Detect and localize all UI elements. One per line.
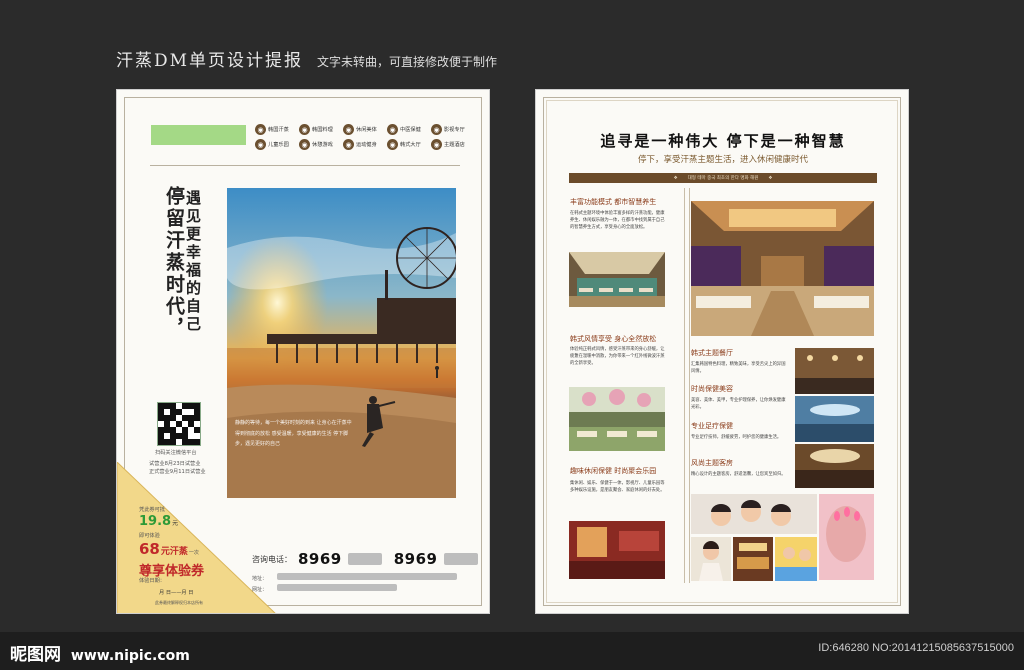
contact-label: 咨询电话： [252,554,292,564]
feature-label: 韩式大厅 [400,142,421,148]
section-3-body: 汇集韩国特色料理，精致美味，享受舌尖上的异国风情。 [691,362,786,374]
feature-label: 主题酒店 [444,142,465,148]
spa-icon: ◉ [343,139,354,150]
coupon-price1: 19.8 [139,514,172,529]
coupon-unit2: 元汗蒸 [160,547,188,557]
photo-overlay-text: 静静的等待，每一个美好时刻的到来 让身心在汗蒸中得到彻底的放松 感受温暖，享受健… [235,420,352,447]
logo-text: 昵图网 [10,645,61,665]
spa-icon: ◉ [255,139,266,150]
woman-photo [691,537,731,581]
feature-label: 韩国汗蒸 [268,127,289,133]
feature-label: 影视专厅 [444,127,465,133]
spa-icon: ◉ [431,124,442,135]
section-2-body: 体验纯正韩式风情，感受汗蒸带来的身心舒缓，让疲惫在温暖中消散，为你带来一个红外线… [570,347,665,366]
section-6-body: 精心设计的主题客房，舒适温馨，让您宾至如归。 [691,472,786,477]
section-7-title: 趣味休闲保健 时尚聚会乐园 [570,467,657,475]
coupon-label2: 即可体验 [139,533,160,539]
feature-item: ◉ 儿童乐园 [255,139,299,150]
left-page: ◉ 韩国汗蒸 ◉ 韩国料理 ◉ 休闲美体 ◉ 中医保健 ◉ 影视专厅 ◉ 儿童乐园 ◉ 休憩游戏 ◉ 运动健身… [116,89,490,614]
feature-label: 韩国料理 [312,127,333,133]
section-5-title: 专业足疗保健 [691,422,733,430]
feature-label: 休憩游戏 [312,142,333,148]
spa-pool-photo [569,252,665,307]
header-subtitle: 文字未转曲，可直接修改便于制作 [317,55,498,69]
section-7-body: 集休闲、娱乐、保健于一体，影视厅、儿童乐园等多种娱乐设施，是朋友聚会、家庭休闲的… [570,481,665,493]
room-photo [569,521,665,579]
feature-label: 儿童乐园 [268,142,289,148]
section-6-title: 风尚主题客房 [691,459,733,467]
image-id: ID:646280 NO:20141215085637515000 [818,642,1014,654]
section-1-body: 在韩式主题环境中体验丰富多样的汗蒸功能，健康养生、休闲娱乐融为一体，在都市中找到… [570,211,665,230]
feature-item: ◉ 韩式大厅 [387,139,431,150]
qr-caption: 扫码关注微信平台 [155,450,197,456]
address-label: 地址： [252,576,268,582]
coupon-label1: 凭此券可抵 [139,507,165,513]
feature-item: ◉ 休闲美体 [343,124,387,135]
feature-item: ◉ 韩国汗蒸 [255,124,299,135]
restaurant-photo [795,348,874,394]
footer-url: www.nipic.com [70,648,190,664]
feature-item: ◉ 中医保健 [387,124,431,135]
contact-row: 咨询电话： 8969 8969 [252,550,478,568]
band-text: 대형 테마 중국 최초의 한다 명화 해원 [687,176,759,181]
feature-item: ◉ 韩国料理 [299,124,343,135]
spa-icon: ◉ [255,124,266,135]
coupon-date-label: 体验日期： [139,578,165,584]
section-5-body: 专业足疗技师，舒缓疲劳，呵护您的健康生活。 [691,435,782,440]
feature-label: 休闲美体 [356,127,377,133]
spa-icon: ◉ [343,124,354,135]
phone-1: 8969 [298,550,342,568]
spa-icon: ◉ [387,124,398,135]
feature-label: 中医保健 [400,127,421,133]
band: ❖ 대형 테마 중국 최초의 한다 명화 해원 ❖ [569,173,877,183]
beauty-photo [795,396,874,442]
logo-blurred [151,125,246,145]
coupon-price2: 68 [139,540,160,558]
feature-item: ◉ 主题酒店 [431,139,475,150]
beach-photo [227,188,456,498]
section-3-title: 韩式主题餐厅 [691,349,733,357]
coupon-suffix2: 一次 [188,550,199,556]
nails-photo [819,494,874,580]
phone-2: 8969 [393,550,438,568]
section-4-title: 时尚保健美容 [691,385,733,393]
section-1-title: 丰富功能模式 都市智慧养生 [570,198,657,206]
coupon-date-line: 月 日——月 日 [159,590,194,596]
feature-item: ◉ 影视专厅 [431,124,475,135]
subline: 停下，享受汗蒸主题生活，进入休闲健康时代 [637,155,808,165]
header-title: 汗蒸DM单页设计提报 [116,51,304,71]
footer-logo[interactable]: 昵图网 www.nipic.com [10,640,190,665]
website-label: 网址： [252,587,268,593]
right-page: 追寻是一种伟大 停下是一种智慧 停下，享受汗蒸主题生活，进入休闲健康时代 ❖ 대형… [535,89,909,614]
foot-spa-photo [795,444,874,488]
spa-icon: ◉ [431,139,442,150]
section-4-body: 美容、美体、美甲，专业护理保养，让你焕发健康光彩。 [691,398,786,410]
spa-icon: ◉ [387,139,398,150]
hall-photo [569,387,665,451]
slogan-line2: 遇见更幸福的自己 [184,190,202,334]
spa-icon: ◉ [299,124,310,135]
spa-icon: ◉ [299,139,310,150]
dining-photo [733,537,773,581]
headline: 追寻是一种伟大 停下是一种智慧 [600,132,846,150]
family-photo [691,494,817,534]
icon-grid: ◉ 韩国汗蒸 ◉ 韩国料理 ◉ 休闲美体 ◉ 中医保健 ◉ 影视专厅 ◉ 儿童乐园 ◉ 休憩游戏 ◉ 运动健身… [255,124,475,150]
kids-photo [775,537,817,581]
coupon-fine-print: 此券最终解释权归本店所有 [155,600,203,605]
page-header: 汗蒸DM单页设计提报 文字未转曲，可直接修改便于制作 [116,46,498,71]
feature-item: ◉ 运动健身 [343,139,387,150]
feature-item: ◉ 休憩游戏 [299,139,343,150]
feature-label: 运动健身 [356,142,377,148]
lobby-photo [691,201,874,336]
coupon-unit1: 元 [172,520,179,527]
qr-code [157,402,201,446]
section-2-title: 韩式风情享受 身心全然放松 [570,335,657,343]
